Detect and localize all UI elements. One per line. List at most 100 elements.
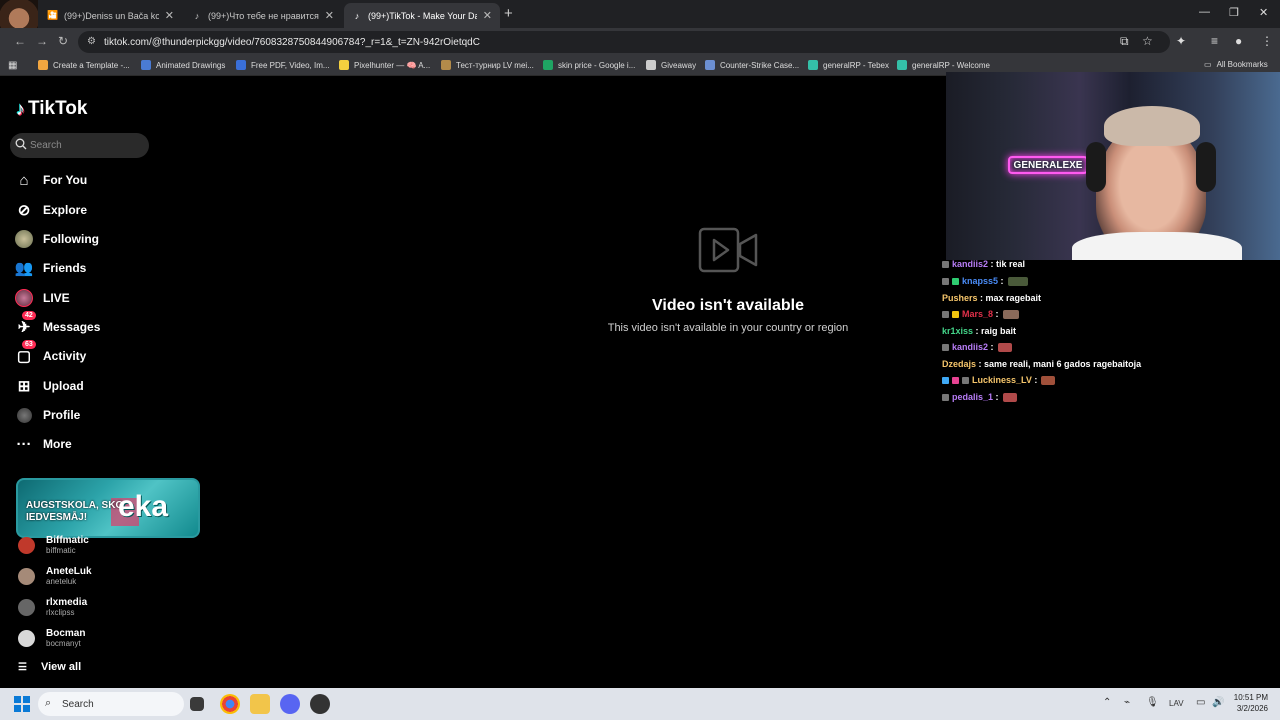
close-tab-icon[interactable]: ✕ xyxy=(165,9,174,22)
discord-icon[interactable] xyxy=(280,694,300,714)
tray-overflow-icon[interactable]: ⌃ xyxy=(1103,697,1111,708)
following-avatar-icon xyxy=(14,229,34,249)
nav-explore[interactable]: ⊘ Explore xyxy=(14,199,184,221)
bookmark-3[interactable]: Free PDF, Video, Im... xyxy=(236,60,330,70)
nav-friends[interactable]: 👥 Friends xyxy=(14,257,184,279)
chat-emote-icon xyxy=(1041,375,1056,385)
following-account-1[interactable]: Biffmatic biffmatic xyxy=(18,535,89,556)
nav-live[interactable]: LIVE xyxy=(14,287,184,309)
nav-more[interactable]: ··· More xyxy=(14,433,184,455)
account-name: AneteLuk xyxy=(46,566,92,577)
bookmark-7[interactable]: Giveaway xyxy=(646,60,696,70)
account-handle: biffmatic xyxy=(46,546,76,555)
tab-title: (99+)TikTok - Make Your Day xyxy=(368,10,477,21)
chat-emote-icon xyxy=(1002,392,1017,402)
task-view-icon[interactable] xyxy=(190,697,204,711)
new-tab-icon[interactable]: + xyxy=(504,5,513,22)
tiktok-favicon-icon: ♪ xyxy=(194,10,200,21)
following-account-2[interactable]: AneteLuk aneteluk xyxy=(18,566,92,587)
menu-icon[interactable]: ⋮ xyxy=(1261,34,1273,48)
promo-banner[interactable]: AUGSTSKOLA, SKO IEDVESMĀJ! eka xyxy=(16,478,200,538)
nav-profile[interactable]: Profile xyxy=(14,404,184,426)
streamer-shirt xyxy=(1072,232,1242,260)
nav-label: More xyxy=(43,437,72,451)
account-name: Biffmatic xyxy=(46,535,89,546)
system-clock[interactable]: 10:51 PM 3/2/2026 xyxy=(1226,692,1268,714)
language-indicator[interactable]: LAV xyxy=(1169,699,1184,708)
nav-messages[interactable]: ✈ 42 Messages xyxy=(14,311,184,338)
tiktok-logo[interactable]: ♪ TikTok xyxy=(16,98,87,120)
close-window-icon[interactable]: ✕ xyxy=(1259,6,1268,19)
url-text: tiktok.com/@thunderpickgg/video/76083287… xyxy=(104,36,480,48)
network-icon[interactable]: ⌁ xyxy=(1124,697,1130,708)
browser-tab-1[interactable]: 🎦 (99+)Deniss un Bača konflikts ar ✕ xyxy=(40,3,182,28)
browser-tab-3-active[interactable]: ♪ (99+)TikTok - Make Your Day ✕ xyxy=(344,3,500,28)
view-all-button[interactable]: ☰ View all xyxy=(18,661,81,673)
volume-icon[interactable]: 🔊 xyxy=(1212,697,1224,708)
browser-tab-2[interactable]: ♪ (99+)Что тебе не нравится? О ✕ xyxy=(184,3,342,28)
activity-badge: 63 xyxy=(22,340,36,349)
profile-icon[interactable]: ● xyxy=(1235,34,1242,48)
display-icon[interactable]: ▭ xyxy=(1196,697,1205,708)
compass-icon: ⊘ xyxy=(17,202,31,219)
close-tab-icon[interactable]: ✕ xyxy=(325,9,334,22)
extensions-icon[interactable]: ✦ xyxy=(1176,34,1186,48)
close-tab-icon[interactable]: ✕ xyxy=(483,9,492,22)
bookmark-favicon-icon xyxy=(543,60,553,70)
bookmark-4[interactable]: Pixelhunter — 🧠 A... xyxy=(339,60,430,70)
account-avatar xyxy=(18,630,35,647)
following-account-3[interactable]: rlxmedia rlxclipss xyxy=(18,597,87,618)
search-icon xyxy=(15,138,27,150)
chat-badge-icon xyxy=(942,310,949,318)
activity-icon: ▢ xyxy=(16,348,32,365)
nav-upload[interactable]: ⊞ Upload xyxy=(14,375,184,397)
nav-label: Upload xyxy=(43,379,84,393)
reading-list-icon[interactable]: ≡ xyxy=(1211,34,1218,48)
minimize-icon[interactable]: — xyxy=(1199,6,1210,18)
nav-activity[interactable]: ▢ 63 Activity xyxy=(14,340,184,367)
chat-emote-icon xyxy=(997,342,1012,352)
install-app-icon[interactable]: ⧉ xyxy=(1120,34,1129,49)
site-info-icon[interactable]: ⚙ xyxy=(87,36,96,47)
nav-following[interactable]: Following xyxy=(14,228,184,250)
bookmark-10[interactable]: generalRP - Welcome xyxy=(897,60,990,70)
account-handle: bocmanyt xyxy=(46,639,81,648)
chat-badge-icon xyxy=(962,376,969,384)
account-avatar xyxy=(18,599,35,616)
microphone-icon[interactable]: 🎙 xyxy=(1146,697,1159,708)
file-explorer-icon[interactable] xyxy=(250,694,270,714)
bookmark-6[interactable]: skin price - Google i... xyxy=(543,60,635,70)
chrome-icon[interactable] xyxy=(220,694,240,714)
search-input[interactable]: Search xyxy=(10,133,149,158)
back-icon[interactable]: ← xyxy=(14,34,26,48)
all-bookmarks[interactable]: ▭ All Bookmarks xyxy=(1204,60,1268,69)
apps-grid-icon[interactable]: ▦ xyxy=(8,60,17,71)
bookmark-favicon-icon xyxy=(236,60,246,70)
windows-start-icon[interactable] xyxy=(14,696,30,712)
chat-user: knapss5 xyxy=(962,276,999,286)
bookmark-favicon-icon xyxy=(705,60,715,70)
chat-text: same reali, mani 6 gados ragebaitoja xyxy=(984,359,1142,369)
bookmark-favicon-icon xyxy=(38,60,48,70)
reload-icon[interactable]: ↻ xyxy=(58,34,68,48)
nav-for-you[interactable]: ⌂ For You xyxy=(14,169,184,191)
app-icon[interactable] xyxy=(310,694,330,714)
bookmark-favicon-icon xyxy=(339,60,349,70)
nav-label: Explore xyxy=(43,203,88,217)
following-account-4[interactable]: Bocman bocmanyt xyxy=(18,628,85,649)
bookmark-5[interactable]: Тест-турнир LV mei... xyxy=(441,60,534,70)
bookmark-1[interactable]: Create a Template -... xyxy=(38,60,130,70)
url-field[interactable]: ⚙ tiktok.com/@thunderpickgg/video/760832… xyxy=(78,31,1170,53)
forward-icon[interactable]: → xyxy=(36,34,48,48)
chat-message: knapss5 : xyxy=(942,276,1028,286)
bookmark-star-icon[interactable]: ☆ xyxy=(1142,34,1153,48)
bookmark-8[interactable]: Counter-Strike Case... xyxy=(705,60,799,70)
restore-icon[interactable]: ❐ xyxy=(1229,6,1239,19)
view-all-label: View all xyxy=(40,661,82,673)
bookmark-9[interactable]: generalRP - Tebex xyxy=(808,60,889,70)
bookmark-2[interactable]: Animated Drawings xyxy=(141,60,225,70)
chat-message: kandiis2 : xyxy=(942,342,1012,352)
chat-message: Dzedajs : same reali, mani 6 gados rageb… xyxy=(942,359,1142,369)
taskbar-search-input[interactable]: ⌕ Search xyxy=(38,692,184,716)
tab-title: (99+)Deniss un Bača konflikts ar xyxy=(64,10,159,21)
